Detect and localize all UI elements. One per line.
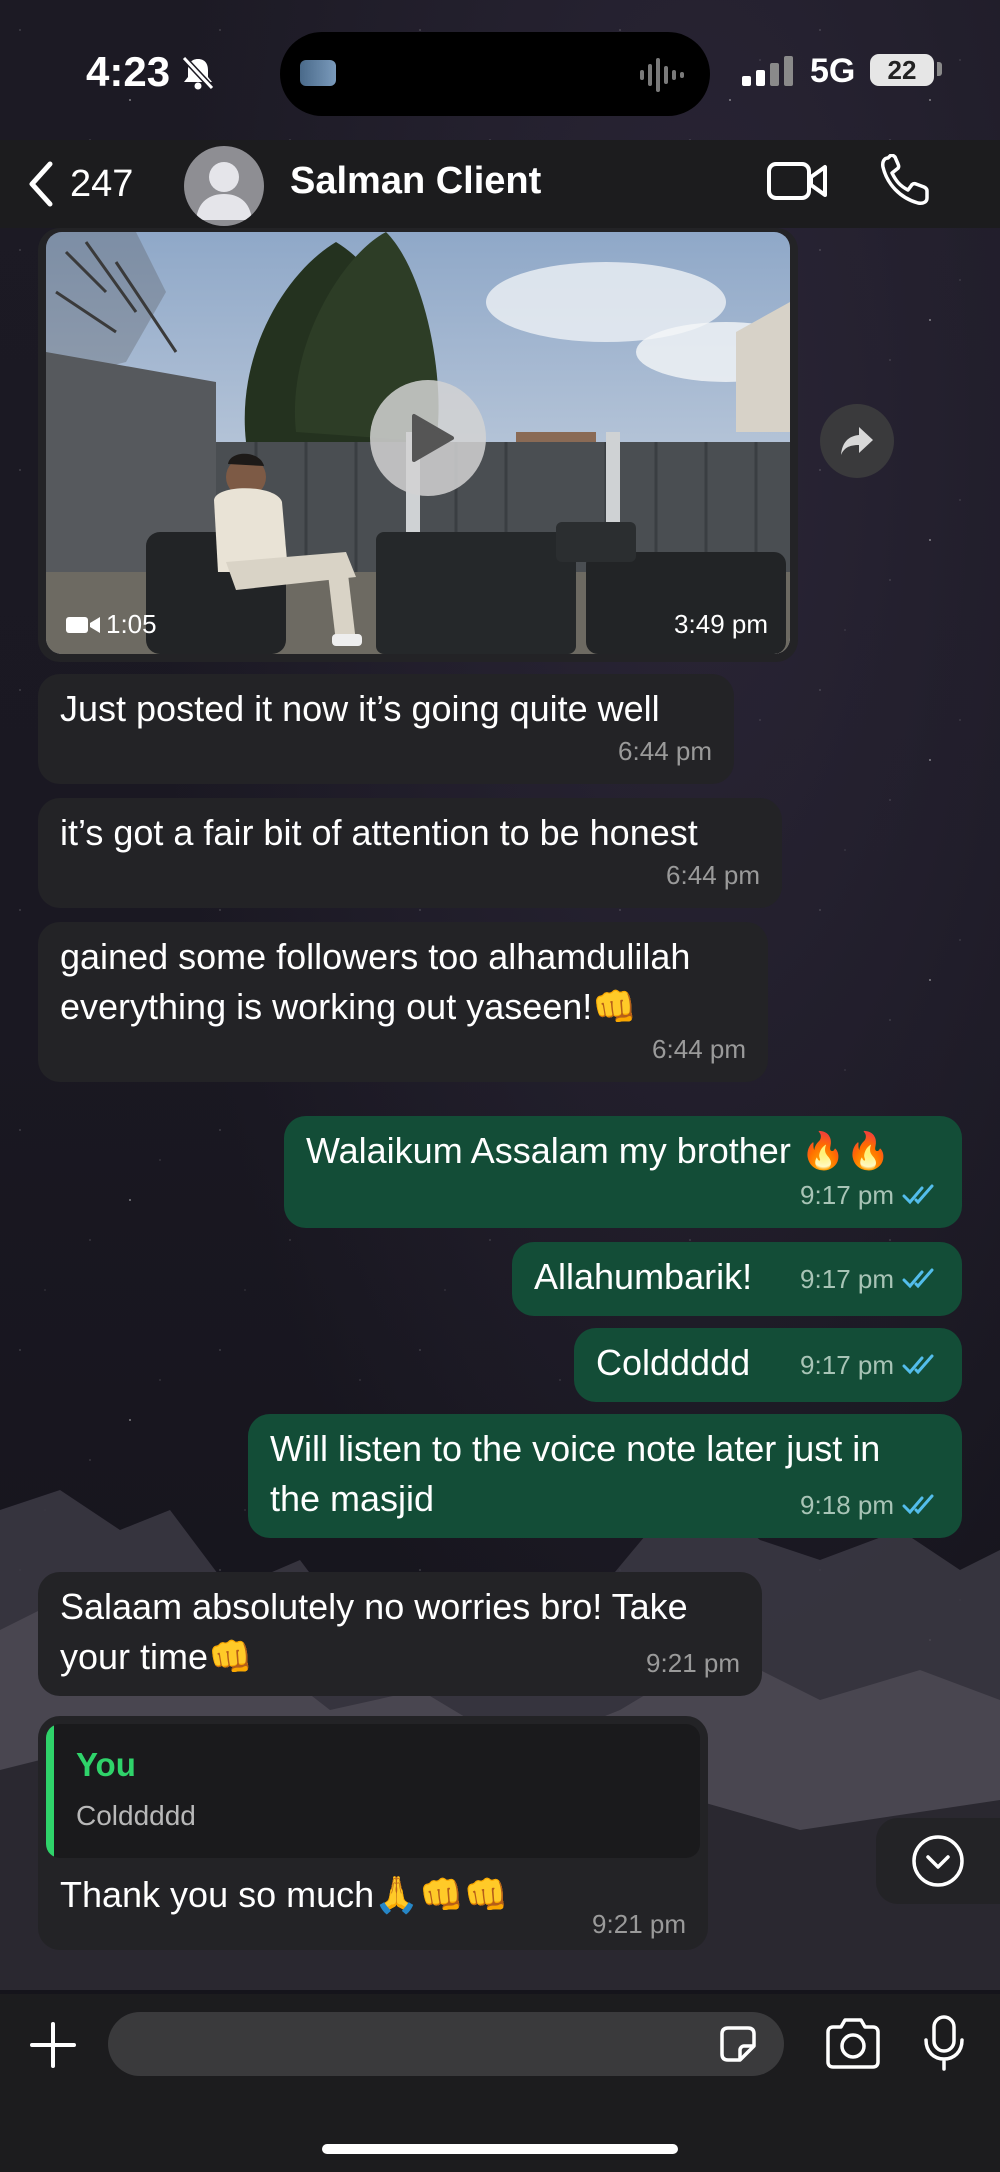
home-indicator[interactable]: [322, 2144, 678, 2154]
quote-accent-bar: [46, 1724, 54, 1858]
read-ticks-icon: [902, 1354, 934, 1375]
message-input[interactable]: [108, 2012, 784, 2076]
video-duration: 1:05: [66, 609, 157, 640]
message-time: 9:17 pm: [800, 1340, 940, 1390]
signal-icon: [742, 56, 793, 86]
timestamp: 6:44 pm: [666, 860, 760, 890]
message-bubble[interactable]: Allahumbarik! 9:17 pm: [512, 1242, 962, 1316]
unread-count: 247: [70, 162, 134, 205]
message-time: 9:21 pm: [646, 1638, 740, 1688]
message-text: Walaikum Assalam my brother 🔥🔥: [306, 1130, 891, 1171]
plus-icon[interactable]: [28, 2020, 78, 2075]
quoted-text: Colddddd: [76, 1800, 196, 1831]
contact-name[interactable]: Salman Client: [290, 160, 541, 203]
message-time: 9:17 pm: [800, 1170, 940, 1220]
timestamp: 9:17 pm: [800, 1180, 894, 1210]
timestamp: 9:17 pm: [800, 1350, 894, 1380]
message-text: it’s got a fair bit of attention to be h…: [60, 812, 698, 853]
read-ticks-icon: [902, 1494, 934, 1515]
reply-message-bubble[interactable]: You Colddddd Thank you so much🙏👊👊 9:21 p…: [38, 1716, 708, 1950]
timestamp: 9:21 pm: [646, 1648, 740, 1678]
dynamic-island: [280, 32, 710, 116]
message-time: 6:44 pm: [652, 1024, 746, 1074]
video-duration-text: 1:05: [106, 609, 157, 639]
chat-header: 247 Salman Client: [0, 140, 1000, 228]
message-bubble[interactable]: it’s got a fair bit of attention to be h…: [38, 798, 782, 908]
status-time: 4:23: [86, 48, 171, 95]
message-text: Thank you so much🙏👊👊: [60, 1874, 509, 1915]
island-activity-thumbnail: [300, 60, 336, 86]
scroll-to-bottom-button[interactable]: [876, 1818, 1000, 1904]
play-button[interactable]: [370, 380, 486, 496]
message-bubble[interactable]: Colddddd 9:17 pm: [574, 1328, 962, 1402]
avatar[interactable]: [184, 146, 264, 226]
whatsapp-chat-screen: 4:23 5G 22 247 Salman Client 1:05 3:49 p…: [0, 0, 1000, 2172]
timestamp: 6:44 pm: [652, 1034, 746, 1064]
message-text: Will listen to the voice note later just…: [270, 1428, 881, 1519]
audio-wave-icon: [640, 58, 684, 92]
status-bar: 4:23 5G 22: [0, 0, 1000, 140]
timestamp: 9:18 pm: [800, 1490, 894, 1520]
message-text: Salaam absolutely no worries bro! Take y…: [60, 1586, 688, 1677]
back-button[interactable]: 247: [26, 154, 133, 214]
video-timestamp: 3:49 pm: [674, 609, 768, 639]
message-bubble[interactable]: gained some followers too alhamdulilah e…: [38, 922, 768, 1082]
quoted-author: You: [76, 1746, 136, 1783]
message-bubble[interactable]: Will listen to the voice note later just…: [248, 1414, 962, 1538]
message-text: gained some followers too alhamdulilah e…: [60, 936, 691, 1027]
message-time: 9:18 pm: [800, 1480, 940, 1530]
video-call-icon[interactable]: [766, 158, 828, 209]
message-bubble[interactable]: Just posted it now it’s going quite well…: [38, 674, 734, 784]
chevron-down-icon: [912, 1835, 964, 1887]
mic-icon[interactable]: [922, 2014, 966, 2077]
timestamp: 9:17 pm: [800, 1264, 894, 1294]
phone-icon[interactable]: [880, 153, 930, 211]
message-time: 9:21 pm: [592, 1909, 686, 1940]
chat-area[interactable]: 1:05 3:49 pm Just posted it now it’s goi…: [0, 228, 1000, 1994]
video-camera-icon: [66, 616, 100, 633]
message-bubble[interactable]: Salaam absolutely no worries bro! Take y…: [38, 1572, 762, 1696]
message-text: Colddddd: [596, 1342, 751, 1383]
read-ticks-icon: [902, 1184, 934, 1205]
bell-slash-icon: [180, 55, 216, 95]
video-thumbnail[interactable]: 1:05 3:49 pm: [46, 232, 790, 654]
message-time: 6:44 pm: [618, 726, 712, 776]
timestamp: 9:21 pm: [592, 1909, 686, 1939]
message-time: 6:44 pm: [666, 850, 760, 900]
battery-level: 22: [870, 54, 934, 86]
quoted-message[interactable]: You Colddddd: [46, 1724, 700, 1858]
message-time: 9:17 pm: [800, 1254, 940, 1304]
back-chevron-icon: [29, 161, 53, 207]
forward-button[interactable]: [820, 404, 894, 478]
forward-icon: [841, 427, 873, 455]
timestamp: 6:44 pm: [618, 736, 712, 766]
camera-icon[interactable]: [822, 2016, 884, 2077]
message-composer: [0, 1994, 1000, 2172]
play-icon: [412, 414, 454, 462]
message-bubble[interactable]: Walaikum Assalam my brother 🔥🔥 9:17 pm: [284, 1116, 962, 1228]
battery-icon: [937, 62, 942, 76]
network-type: 5G: [810, 52, 856, 90]
sticker-icon[interactable]: [716, 2022, 760, 2071]
read-ticks-icon: [902, 1268, 934, 1289]
video-message[interactable]: 1:05 3:49 pm: [38, 228, 798, 662]
message-text: Just posted it now it’s going quite well: [60, 688, 660, 729]
message-text: Allahumbarik!: [534, 1256, 753, 1297]
